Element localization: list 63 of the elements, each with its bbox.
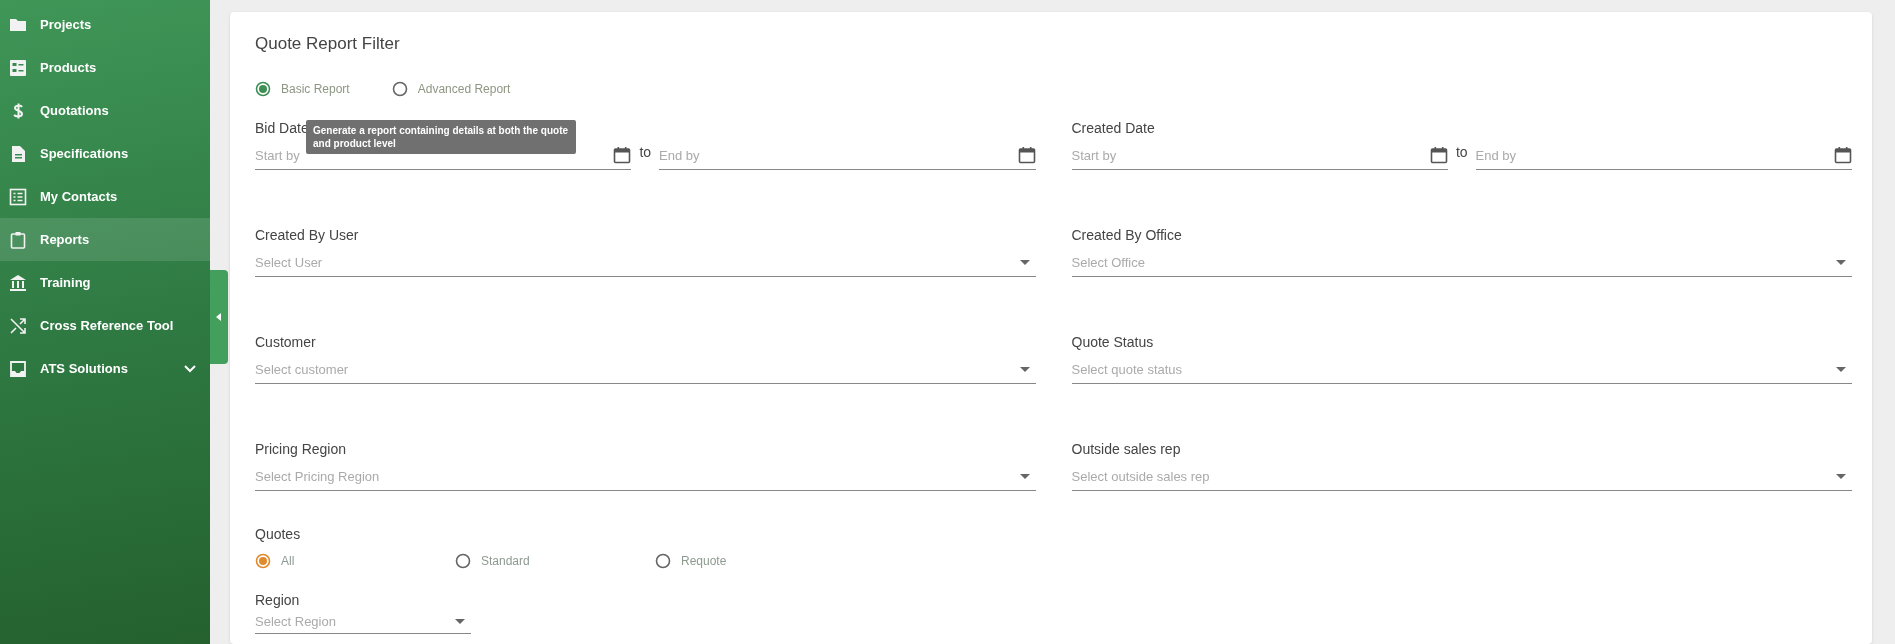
- document-icon: [9, 144, 27, 163]
- date-field[interactable]: End by: [659, 141, 1036, 170]
- quote-type-radio[interactable]: Requote: [655, 553, 855, 569]
- field-label: Created By User: [255, 227, 359, 243]
- radio-empty-icon: [655, 553, 671, 569]
- field-label: Pricing Region: [255, 441, 347, 457]
- calendar-icon: [1017, 146, 1036, 164]
- field-label: Quotes: [255, 526, 301, 542]
- date-field[interactable]: Start by: [1071, 141, 1448, 170]
- radio-selected-icon: [255, 553, 271, 569]
- field-label: Created By Office: [1071, 227, 1182, 243]
- radio-empty-icon: [455, 553, 471, 569]
- quote-type-radio[interactable]: Standard: [455, 553, 655, 569]
- radio-empty-icon: [391, 81, 408, 97]
- sidebar-item[interactable]: Quotations: [0, 89, 210, 132]
- inbox-icon: [9, 359, 27, 378]
- report-type-radio[interactable]: Advanced Report: [391, 81, 511, 97]
- dropdown-caret-icon: [1836, 366, 1846, 372]
- field-label: Quote Status: [1071, 334, 1154, 350]
- select-field[interactable]: Select quote status: [1071, 355, 1852, 384]
- list-icon: [9, 187, 27, 206]
- select-field[interactable]: Select Office: [1071, 248, 1852, 277]
- calendar-icon: [613, 146, 632, 164]
- calendar-icon: [1429, 146, 1448, 164]
- field-label: Outside sales rep: [1071, 441, 1181, 457]
- sidebar-item[interactable]: Training: [0, 261, 210, 304]
- radio-selected-icon: [255, 81, 271, 97]
- range-separator: to: [639, 144, 652, 162]
- quote-type-radio[interactable]: All: [255, 553, 455, 569]
- calendar-icon: [1834, 146, 1852, 164]
- field-label: Created Date: [1071, 120, 1155, 136]
- sidebar-item[interactable]: Reports: [0, 218, 210, 261]
- sidebar-item[interactable]: Products: [0, 46, 210, 89]
- caret-left-icon: [215, 312, 223, 322]
- sidebar-item[interactable]: Cross Reference Tool: [0, 304, 210, 347]
- select-field[interactable]: Select Region: [255, 609, 471, 634]
- field-label: Region: [255, 592, 300, 608]
- bank-icon: [9, 273, 27, 292]
- select-field[interactable]: Select outside sales rep: [1071, 462, 1852, 491]
- form-title: Quote Report Filter: [255, 34, 401, 54]
- sidebar-item[interactable]: Projects: [0, 3, 210, 46]
- tooltip: Generate a report containing details at both the quote and product level: [306, 120, 576, 154]
- shuffle-icon: [9, 316, 27, 335]
- sidebar-item[interactable]: Specifications: [0, 132, 210, 175]
- dropdown-caret-icon: [1019, 473, 1030, 479]
- dropdown-caret-icon: [455, 618, 465, 624]
- sidebar-item[interactable]: ATS Solutions: [0, 347, 210, 390]
- dropdown-caret-icon: [1836, 473, 1846, 479]
- range-separator: to: [1455, 144, 1468, 162]
- date-field[interactable]: End by: [1475, 141, 1852, 170]
- collapse-sidebar-button[interactable]: [210, 270, 228, 364]
- chevron-down-icon: [184, 364, 196, 373]
- dropdown-caret-icon: [1019, 366, 1030, 372]
- select-field[interactable]: Select customer: [255, 355, 1036, 384]
- field-label: Customer: [255, 334, 316, 350]
- clipboard-icon: [9, 230, 27, 249]
- checklist-icon: [9, 58, 27, 77]
- select-field[interactable]: Select User: [255, 248, 1036, 277]
- dropdown-caret-icon: [1836, 259, 1846, 265]
- sidebar-item[interactable]: My Contacts: [0, 175, 210, 218]
- report-type-radio[interactable]: Basic Report: [255, 81, 350, 97]
- dropdown-caret-icon: [1019, 259, 1030, 265]
- select-field[interactable]: Select Pricing Region: [255, 462, 1036, 491]
